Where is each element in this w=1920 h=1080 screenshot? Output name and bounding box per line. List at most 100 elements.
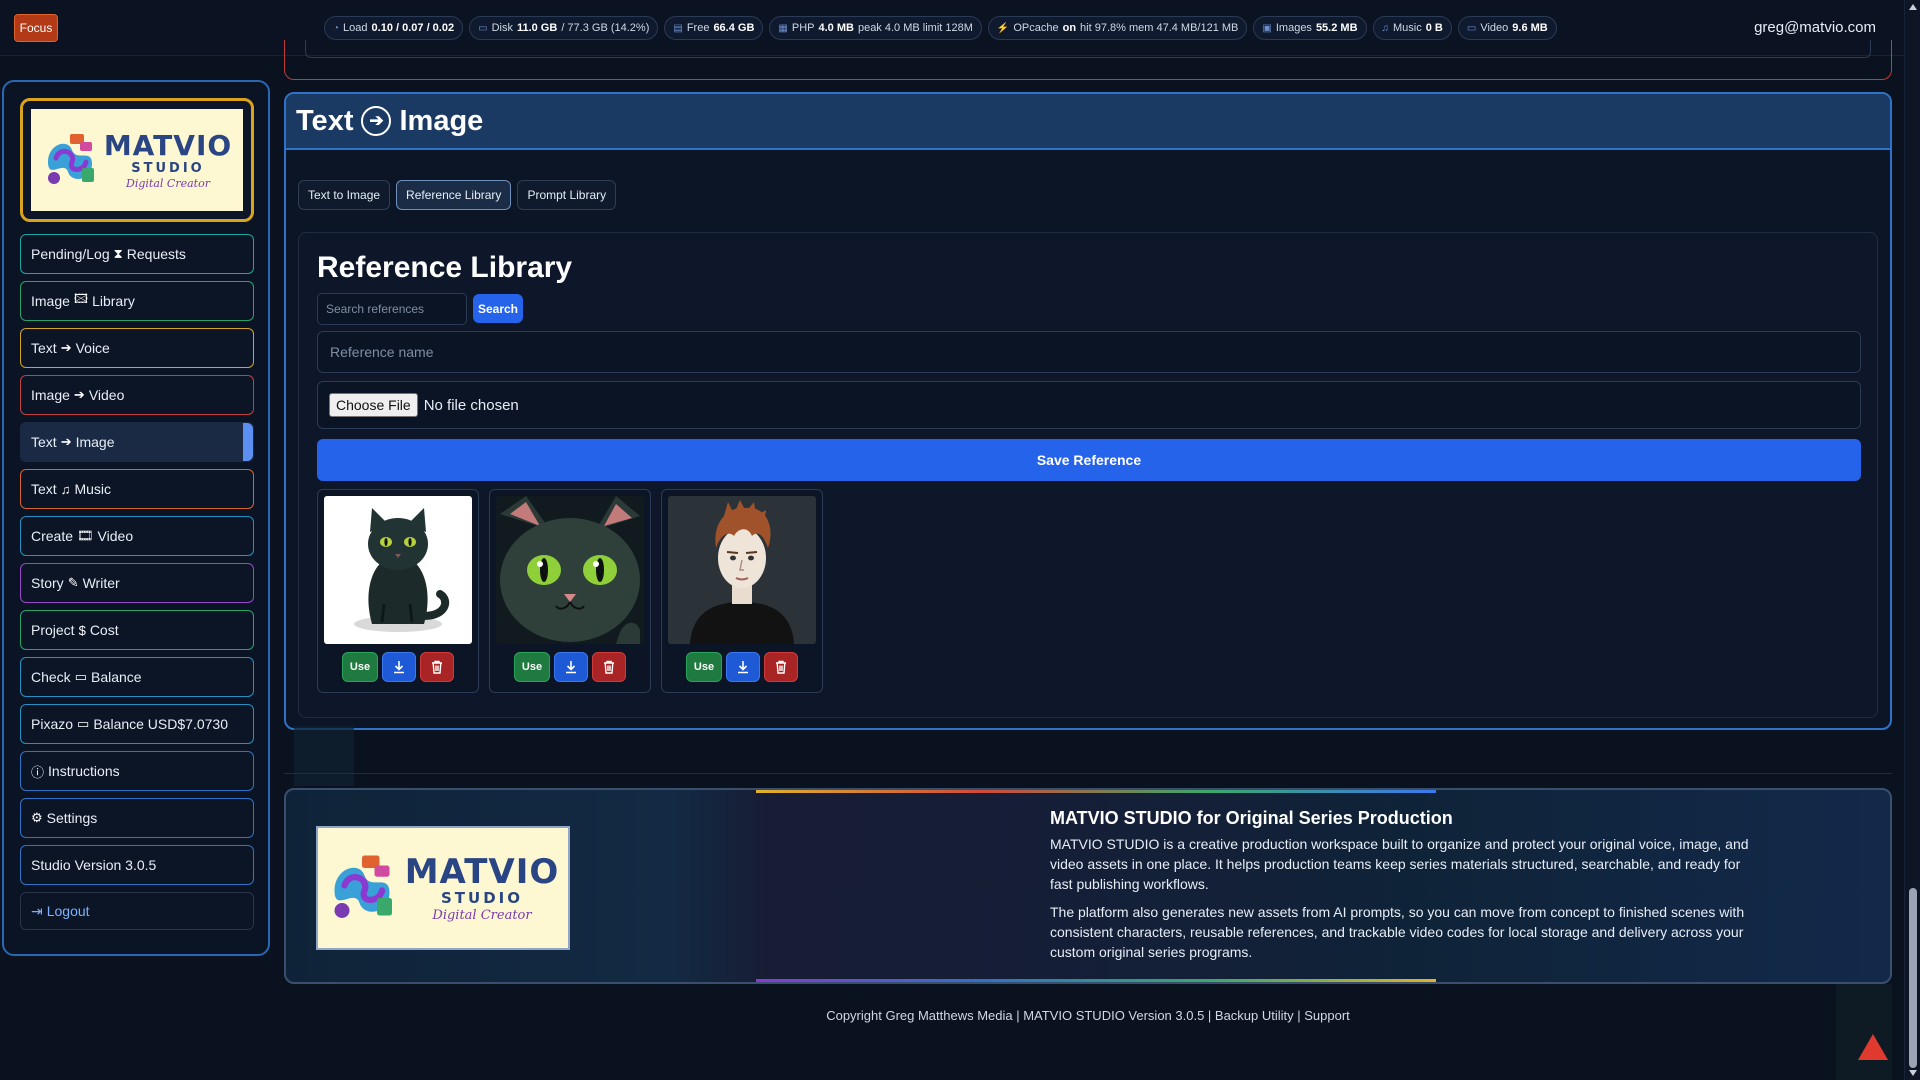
stat-label: Images [1275,22,1312,34]
download-icon [566,661,576,674]
reference-library-title: Reference Library [317,251,573,284]
reference-name-input[interactable] [317,331,1861,373]
tab-prompt-library[interactable]: Prompt Library [517,180,617,210]
sidebar-item-icon: ▭ [74,669,87,684]
sidebar-item-icon: 🖾 [73,291,89,306]
choose-file-button[interactable]: Choose File [329,393,418,417]
sidebar-item-label: Text [31,434,57,450]
sidebar-item-label: Image [75,434,115,450]
sidebar-item-label: Music [74,481,111,497]
scroll-down-icon[interactable] [1909,1070,1917,1076]
sidebar-item-pixazo-balance-usd-7-0730[interactable]: Pixazo ▭ Balance USD$7.0730 [20,704,254,744]
delete-button[interactable] [764,652,798,682]
about-paragraph-2: The platform also generates new assets f… [1050,904,1745,960]
sidebar: MATVIO STUDIO Digital Creator Pending/Lo… [2,80,270,956]
sidebar-logo[interactable]: MATVIO STUDIO Digital Creator [20,98,254,222]
disk-icon: ▭ [478,22,488,34]
about-brand-line3: Digital Creator [432,907,532,923]
sidebar-item-text-image[interactable]: Text ➔ Image [20,422,254,462]
sidebar-item-label: Check [31,669,71,685]
about-card: MATVIO STUDIO Digital Creator MATVIO STU… [284,788,1892,984]
scroll-to-top-button[interactable] [1858,1034,1888,1060]
use-button[interactable]: Use [514,652,550,682]
sidebar-item-icon: ✎ [67,575,79,590]
download-button[interactable] [726,652,760,682]
stat-value: 9.6 MB [1512,22,1548,34]
sidebar-item-image-video[interactable]: Image ➔ Video [20,375,254,415]
search-button[interactable]: Search [473,294,523,323]
sidebar-item-studio-version-3-0-5[interactable]: Studio Version 3.0.5 [20,845,254,885]
sidebar-item-label: Voice [75,340,110,356]
reference-library-card: Reference Library Search Choose File No … [298,232,1878,718]
sidebar-nav: Pending/Log ⧗ Requests Image 🖾 Library Text ➔ Vo… [20,234,254,937]
sidebar-item-label: Video [97,528,134,544]
sidebar-item-project-cost[interactable]: Project $ Cost [20,610,254,650]
sidebar-item-settings[interactable]: ⚙ Settings [20,798,254,838]
brand-logo: MATVIO STUDIO Digital Creator [31,109,243,211]
delete-button[interactable] [420,652,454,682]
stat-label: Free [686,22,710,34]
stat-chip: ▭ Disk 11.0 GB/ 77.3 GB (14.2%) [469,16,659,40]
sidebar-item-create-video[interactable]: Create 🎞 Video [20,516,254,556]
download-button[interactable] [554,652,588,682]
sidebar-item-label: Pixazo [31,716,74,732]
sidebar-item-check-balance[interactable]: Check ▭ Balance [20,657,254,697]
focus-button[interactable]: Focus [14,14,58,42]
video-icon: ▭ [1466,22,1477,34]
sidebar-item-label: Image [31,293,70,309]
delete-button[interactable] [592,652,626,682]
subtabs: Text to Image Reference Library Prompt L… [298,180,617,210]
stat-label: Video [1480,22,1509,34]
sidebar-item-icon: ⓘ [31,764,45,780]
save-reference-button[interactable]: Save Reference [317,439,1861,481]
no-file-text: No file chosen [423,396,519,414]
stat-chip: ♫ Music 0 B [1372,16,1452,40]
tab-text-to-image[interactable]: Text to Image [298,180,391,210]
logout-icon: ⇥ [31,902,43,919]
download-icon [738,661,748,674]
background-decor [1836,984,1892,1080]
page-scrollbar[interactable] [1904,0,1920,1080]
sidebar-item-image-library[interactable]: Image 🖾 Library [20,281,254,321]
background-decor [294,726,354,786]
stat-value: 55.2 MB [1315,22,1358,34]
use-button[interactable]: Use [342,652,378,682]
file-input[interactable]: Choose File No file chosen [317,381,1861,429]
search-references-input[interactable] [317,293,467,325]
brand-mark-icon [334,855,392,918]
sidebar-item-text-voice[interactable]: Text ➔ Voice [20,328,254,368]
sidebar-item-instructions[interactable]: ⓘ Instructions [20,751,254,791]
about-title: MATVIO STUDIO for Original Series Produc… [1050,808,1453,828]
sidebar-item-text-music[interactable]: Text ♫ Music [20,469,254,509]
reference-thumbnail-man[interactable] [668,496,816,644]
panel-title: Text ➔ Image [296,105,483,138]
sidebar-item-story-writer[interactable]: Story ✎ Writer [20,563,254,603]
logout-button[interactable]: ⇥ Logout [20,892,254,930]
stat-label: OPcache [1013,22,1059,34]
sidebar-item-icon: 🎞 [77,528,94,543]
server-stats: ◔ Load 0.10 / 0.07 / 0.02 ▭ Disk 11.0 GB/ 77.… [324,16,1557,40]
stat-chip: ◔ Load 0.10 / 0.07 / 0.02 [324,16,464,40]
sidebar-item-label: Video [88,387,125,403]
brand-line2: STUDIO [131,160,205,176]
sidebar-item-icon: ➔ [73,387,85,402]
user-email[interactable]: greg@matvio.com [1754,19,1876,36]
sidebar-item-label: Balance [90,669,142,685]
sidebar-item-label: Studio Version 3.0.5 [31,857,157,873]
reference-thumbnail-cat[interactable] [324,496,472,644]
stat-value: 4.0 MB [818,22,854,34]
reference-thumbnail-cat-face[interactable] [496,496,644,644]
sidebar-item-label: Requests [126,246,186,262]
download-button[interactable] [382,652,416,682]
reference-card: Use [661,489,823,693]
scroll-up-icon[interactable] [1909,4,1917,10]
sidebar-item-icon: ➔ [60,340,72,355]
scrollbar-thumb[interactable] [1909,888,1917,1068]
sidebar-item-pending-log-requests[interactable]: Pending/Log ⧗ Requests [20,234,254,274]
use-button[interactable]: Use [686,652,722,682]
stat-suffix: hit 97.8% mem 47.4 MB/121 MB [1080,22,1239,34]
tab-reference-library[interactable]: Reference Library [396,180,512,210]
about-brand-line2: STUDIO [440,888,523,907]
brand-mark-icon [47,134,94,184]
footer-copyright[interactable]: Copyright Greg Matthews Media | MATVIO S… [284,1008,1892,1023]
